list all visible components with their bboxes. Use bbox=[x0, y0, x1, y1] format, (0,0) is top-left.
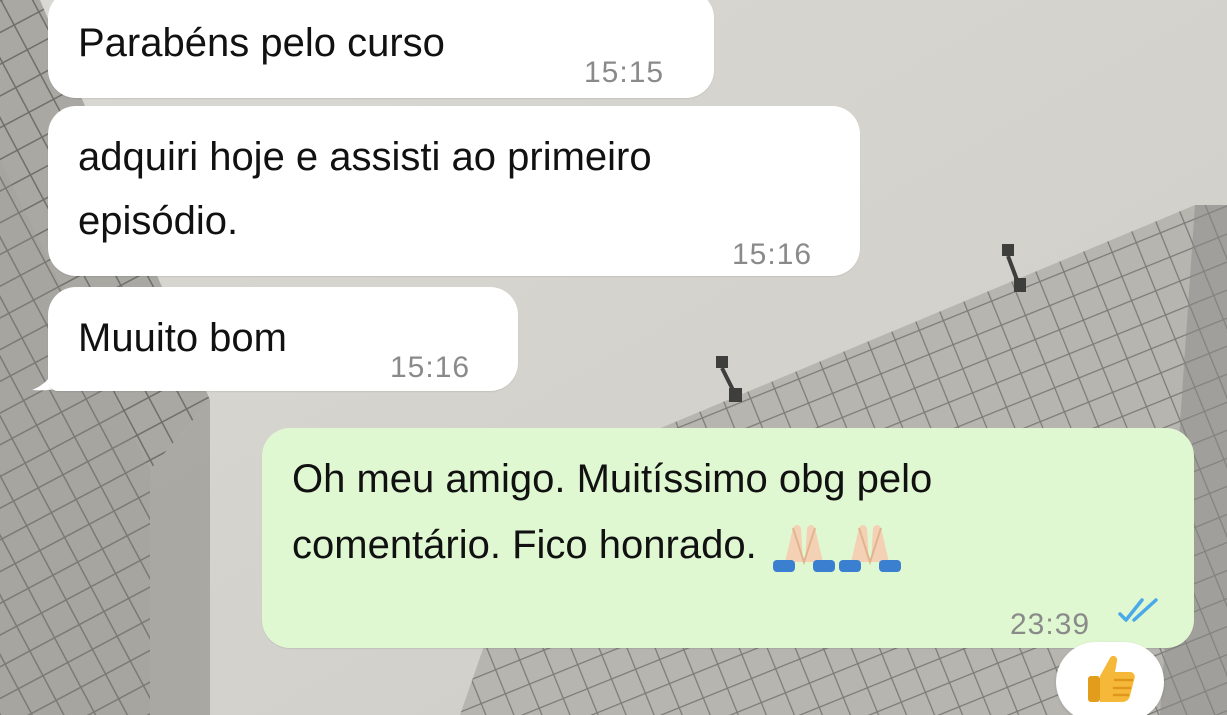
folded-hands-icon bbox=[772, 525, 835, 573]
message-text: Muuito bom bbox=[78, 316, 287, 360]
folded-hands-icon bbox=[838, 525, 901, 573]
message-timestamp: 15:16 bbox=[732, 238, 813, 271]
thumbs-up-icon bbox=[1088, 655, 1135, 702]
message-text-line: adquiri hoje e assisti ao primeiro bbox=[78, 135, 652, 179]
message-text-line: Oh meu amigo. Muitíssimo obg pelo bbox=[292, 457, 933, 501]
outgoing-message[interactable]: Oh meu amigo. Muitíssimo obg pelo coment… bbox=[262, 428, 1194, 648]
message-text: Parabéns pelo curso bbox=[78, 21, 445, 65]
message-text-line: episódio. bbox=[78, 199, 239, 243]
message-text-line: comentário. Fico honrado. bbox=[292, 514, 903, 576]
message-timestamp: 15:16 bbox=[390, 351, 471, 384]
message-text-segment: comentário. Fico honrado. bbox=[292, 523, 757, 567]
message-reaction[interactable] bbox=[1056, 642, 1164, 715]
incoming-message[interactable]: Parabéns pelo curso 15:15 bbox=[48, 0, 714, 98]
incoming-message[interactable]: Muuito bom 15:16 bbox=[48, 287, 518, 391]
incoming-message[interactable]: adquiri hoje e assisti ao primeiro episó… bbox=[48, 106, 860, 276]
message-timestamp: 15:15 bbox=[584, 56, 665, 89]
read-double-check-icon bbox=[1118, 598, 1158, 622]
